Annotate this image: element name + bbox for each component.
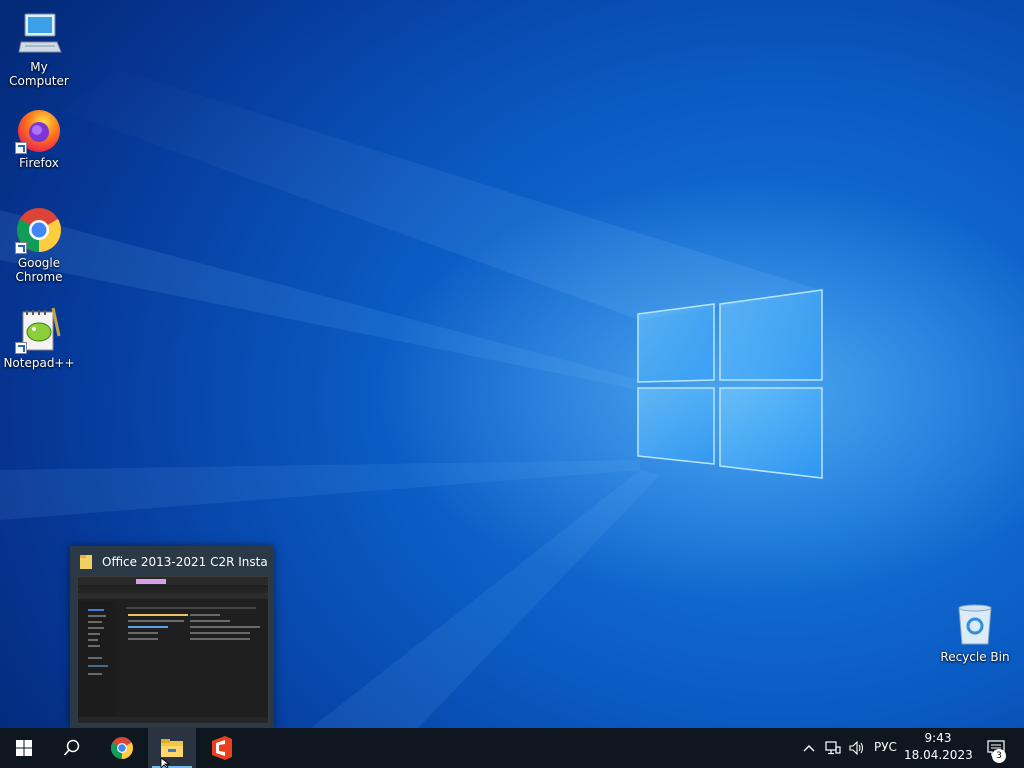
shortcut-arrow-icon <box>15 342 27 354</box>
desktop-icon-recycle-bin[interactable]: Recycle Bin <box>936 600 1014 664</box>
search-icon <box>63 739 80 756</box>
shortcut-arrow-icon <box>15 242 27 254</box>
search-button[interactable] <box>48 728 96 768</box>
clock-time: 9:43 <box>924 731 952 745</box>
chrome-icon <box>111 737 133 759</box>
desktop-icon-label: My Computer <box>9 60 69 88</box>
desktop-icon-label: Firefox <box>19 156 59 170</box>
mouse-cursor-icon <box>160 758 170 768</box>
desktop: My Computer Firefox Google Chrome Notepa… <box>0 0 1024 768</box>
thumbnail-explorer-window <box>77 576 269 724</box>
firefox-icon <box>15 106 63 154</box>
desktop-icon-label: Recycle Bin <box>940 650 1010 664</box>
chrome-icon <box>15 206 63 254</box>
network-button[interactable] <box>821 728 845 768</box>
start-button[interactable] <box>0 728 48 768</box>
taskbar-chrome-button[interactable] <box>98 728 146 768</box>
office-icon <box>212 736 232 760</box>
taskbar: РУС 9:43 18.04.2023 3 <box>0 728 1024 768</box>
computer-icon <box>15 10 63 58</box>
speaker-icon <box>849 741 864 755</box>
network-icon <box>825 741 841 755</box>
notepad-plus-plus-icon <box>15 306 63 354</box>
volume-button[interactable] <box>845 728 869 768</box>
notification-count-badge: 3 <box>992 749 1006 763</box>
desktop-icon-my-computer[interactable]: My Computer <box>0 10 78 88</box>
desktop-icon-firefox[interactable]: Firefox <box>0 106 78 170</box>
desktop-icon-google-chrome[interactable]: Google Chrome <box>0 206 78 284</box>
clock[interactable]: 9:43 18.04.2023 <box>904 730 973 766</box>
shortcut-arrow-icon <box>15 142 27 154</box>
taskbar-office-button[interactable] <box>198 728 246 768</box>
chevron-up-icon <box>803 745 815 752</box>
recycle-bin-icon <box>951 600 999 648</box>
windows-logo-wallpaper <box>637 289 823 479</box>
desktop-icon-label: Google Chrome <box>15 256 63 284</box>
windows-start-icon <box>16 740 32 756</box>
file-explorer-icon <box>161 739 183 757</box>
taskbar-file-explorer-button[interactable] <box>148 728 196 768</box>
desktop-icon-notepad-plus-plus[interactable]: Notepad++ <box>0 306 78 370</box>
show-hidden-icons-button[interactable] <box>797 728 821 768</box>
taskbar-thumbnail-preview[interactable]: Office 2013-2021 C2R Install 7... <box>70 546 274 728</box>
clock-date: 18.04.2023 <box>904 748 973 762</box>
thumbnail-title-text: Office 2013-2021 C2R Install 7... <box>102 555 268 569</box>
desktop-icon-label: Notepad++ <box>3 356 75 370</box>
thumbnail-title: Office 2013-2021 C2R Install 7... <box>78 552 268 570</box>
input-language-indicator[interactable]: РУС <box>874 740 897 754</box>
